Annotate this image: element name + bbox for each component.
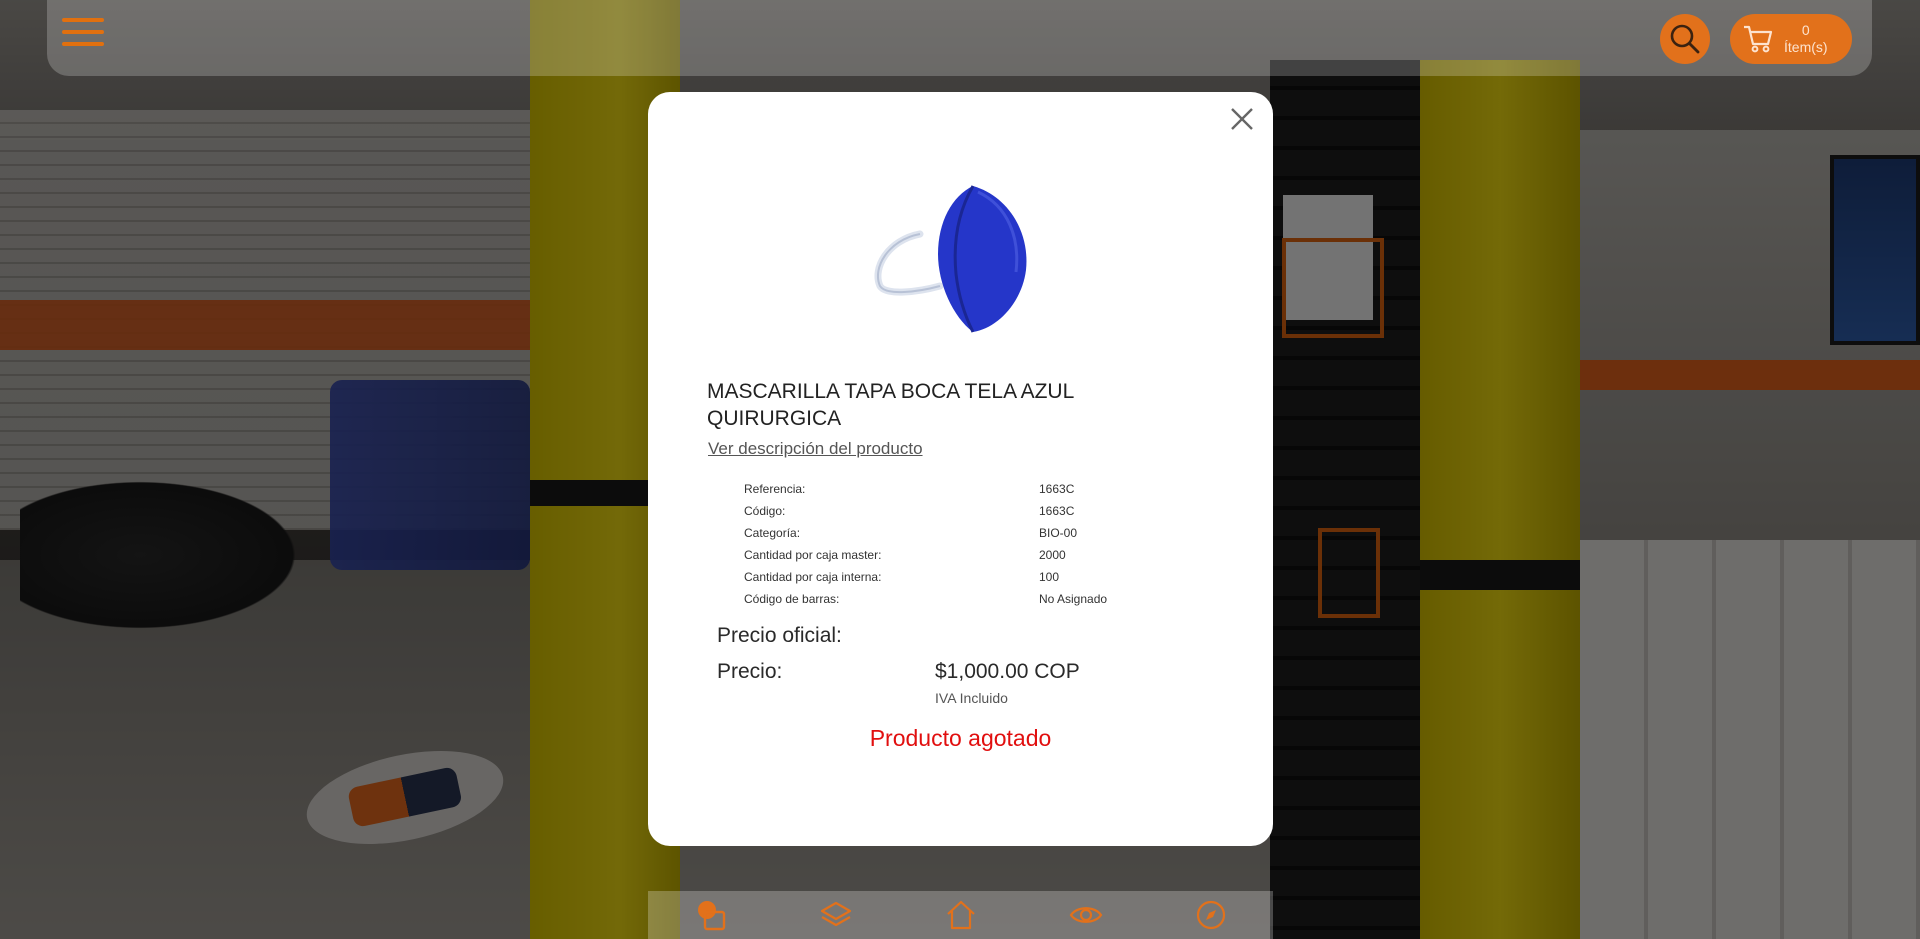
product-title: MASCARILLA TAPA BOCA TELA AZUL QUIRURGIC… — [707, 380, 1074, 430]
layers-icon — [820, 901, 851, 927]
official-price-label: Precio oficial: — [717, 624, 842, 647]
hamburger-line — [62, 42, 104, 46]
spec-value: No Asignado — [1039, 592, 1108, 606]
spec-value: 1663C — [1039, 504, 1075, 518]
product-description-link[interactable]: Ver descripción del producto — [708, 439, 923, 459]
nav-products-button[interactable] — [691, 895, 731, 935]
top-bar: 0 Ítem(s) — [47, 0, 1872, 76]
nav-home-button[interactable] — [941, 895, 981, 935]
spec-value: 100 — [1039, 570, 1060, 584]
product-image — [874, 185, 1027, 333]
cart-button[interactable]: 0 Ítem(s) — [1730, 14, 1852, 64]
spec-value: 2000 — [1039, 548, 1066, 562]
spec-row: Referencia: 1663C — [744, 478, 1144, 500]
tax-note: IVA Incluido — [935, 690, 1008, 706]
stock-status: Producto agotado — [869, 725, 1052, 751]
nav-compass-button[interactable] — [1191, 895, 1231, 935]
spec-label: Cantidad por caja master: — [744, 548, 882, 562]
spec-value: 1663C — [1039, 482, 1075, 496]
spec-value: BIO-00 — [1039, 526, 1078, 540]
eye-icon — [1069, 907, 1102, 923]
search-icon — [1670, 24, 1700, 54]
spec-label: Categoría: — [744, 526, 801, 540]
spec-label: Cantidad por caja interna: — [744, 570, 882, 584]
nav-layers-button[interactable] — [816, 895, 856, 935]
product-specs: Referencia: 1663C Código: 1663C Categorí… — [744, 478, 1144, 610]
search-button[interactable] — [1660, 14, 1710, 64]
cart-count: 0 — [1801, 22, 1810, 38]
price-value: $1,000.00 COP — [935, 660, 1080, 683]
price-block: Precio oficial: Precio: $1,000.00 COP IV… — [717, 624, 1197, 706]
hamburger-line — [62, 18, 104, 22]
close-icon — [1231, 108, 1253, 130]
cart-summary: 0 Ítem(s) — [1784, 22, 1828, 56]
spec-row: Cantidad por caja master: 2000 — [744, 544, 1144, 566]
products-icon — [697, 901, 725, 931]
price-row: Precio: $1,000.00 COP — [717, 660, 1197, 684]
compass-icon — [1196, 900, 1225, 930]
hamburger-line — [62, 30, 104, 34]
bottom-nav — [648, 891, 1273, 939]
spec-row: Categoría: BIO-00 — [744, 522, 1144, 544]
spec-label: Código: — [744, 504, 786, 518]
product-modal: MASCARILLA TAPA BOCA TELA AZUL QUIRURGIC… — [648, 92, 1273, 846]
home-icon — [946, 900, 975, 930]
spec-row: Código de barras: No Asignado — [744, 588, 1144, 610]
spec-label: Código de barras: — [744, 592, 840, 606]
hamburger-icon[interactable] — [62, 18, 104, 52]
cart-icon — [1744, 25, 1773, 53]
spec-label: Referencia: — [744, 482, 806, 496]
spec-row: Cantidad por caja interna: 100 — [744, 566, 1144, 588]
cart-label: Ítem(s) — [1784, 39, 1828, 55]
spec-row: Código: 1663C — [744, 500, 1144, 522]
nav-view-button[interactable] — [1066, 895, 1106, 935]
close-button[interactable] — [1227, 104, 1257, 134]
price-label: Precio: — [717, 660, 783, 683]
